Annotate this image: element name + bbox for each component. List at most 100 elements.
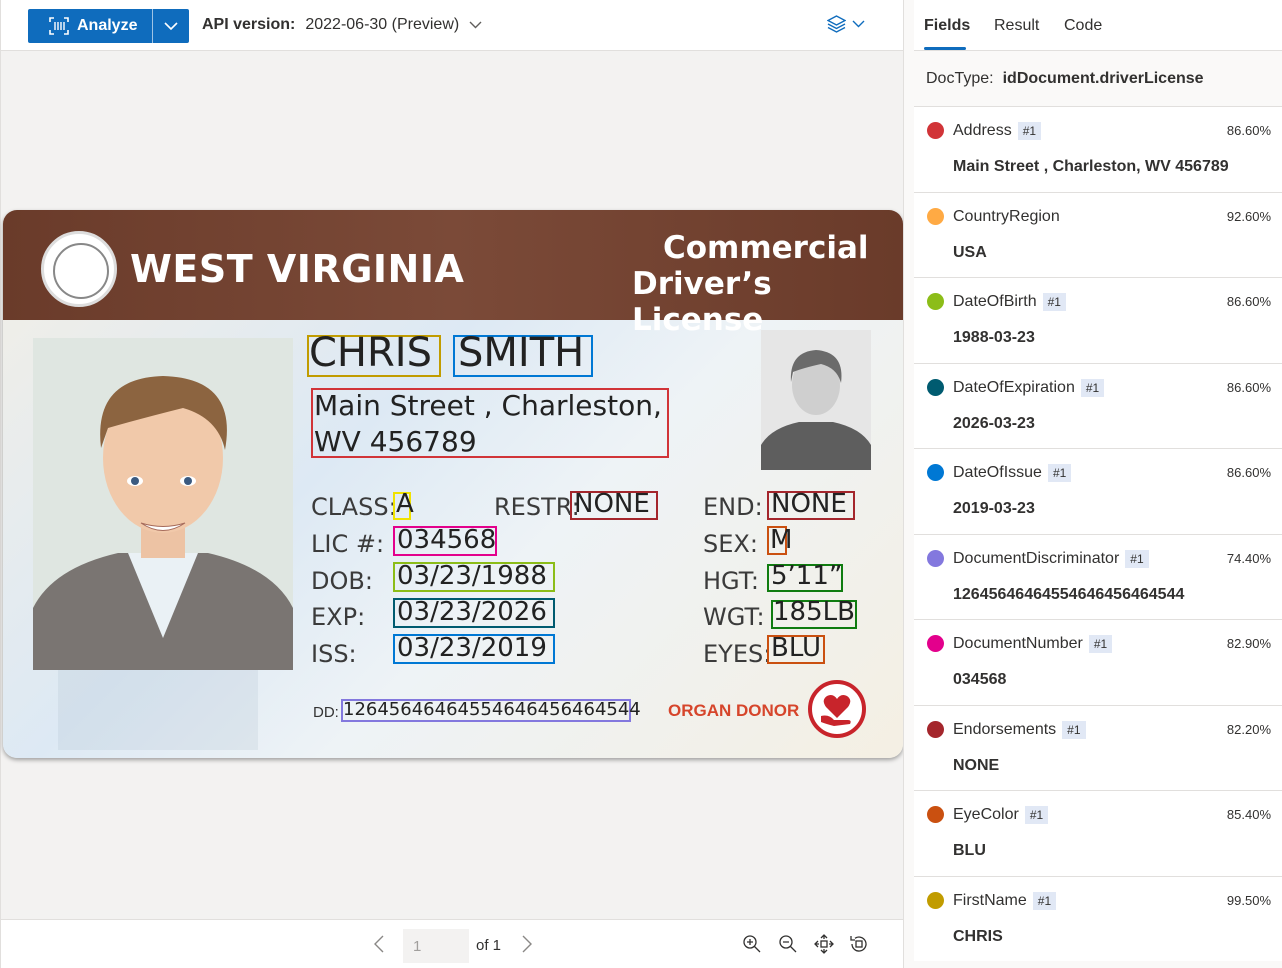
analyze-dropdown-button[interactable]	[153, 9, 189, 43]
field-index-badge: #1	[1042, 293, 1066, 311]
chevron-down-icon	[164, 21, 178, 30]
field-color-dot-icon	[927, 635, 944, 652]
tab-code[interactable]: Code	[1064, 17, 1102, 35]
state-seal-icon	[41, 231, 117, 307]
page-count: of 1	[476, 937, 502, 954]
eyes-value: BLU	[771, 633, 822, 663]
portrait-photo	[33, 338, 293, 670]
field-color-dot-icon	[927, 464, 944, 481]
field-name-text: DocumentNumber	[953, 635, 1083, 652]
field-confidence: 86.60%	[1226, 123, 1271, 138]
field-color-dot-icon	[927, 207, 944, 225]
field-confidence: 99.50%	[1226, 892, 1271, 908]
field-confidence: 86.60%	[1226, 465, 1271, 480]
field-name-text: DocumentDiscriminator	[953, 549, 1120, 567]
document-intelligence-studio: Analyze API version: 2022-06-30 (Preview…	[0, 0, 1282, 968]
field-name-text: DateOfExpiration	[953, 378, 1075, 396]
tab-fields[interactable]: Fields	[924, 17, 970, 35]
chevron-down-icon	[469, 21, 482, 29]
field-row[interactable]: DateOfExpiration #1 86.60% 2026-03-23	[914, 362, 1282, 448]
document-viewer: Analyze API version: 2022-06-30 (Preview…	[0, 0, 904, 968]
next-page-icon[interactable]	[517, 934, 535, 954]
api-version-label: API version:	[202, 16, 296, 33]
analyze-label: Analyze	[77, 17, 138, 34]
class-value: A	[396, 489, 414, 519]
field-name: Endorsements #1	[953, 720, 1086, 739]
field-name-text: CountryRegion	[953, 207, 1060, 225]
field-name: DocumentNumber #1	[953, 635, 1113, 653]
results-panel: Fields Result Code DocType: idDocument.d…	[903, 0, 1282, 968]
field-name-text: EyeColor	[953, 806, 1019, 823]
page-number-input[interactable]	[403, 929, 469, 963]
wgt-value: 185LB	[773, 597, 855, 627]
fields-list: Address #1 86.60% Main Street , Charleston,…	[914, 106, 1282, 961]
field-row[interactable]: DateOfBirth #1 86.60% 1988-03-23	[914, 277, 1282, 363]
field-row[interactable]: DocumentDiscriminator #1 74.40% 12645646464…	[914, 533, 1282, 619]
wgt-label: WGT:	[703, 603, 765, 631]
field-value: 2026-03-23	[953, 414, 1035, 432]
field-row[interactable]: Address #1 86.60% Main Street , Charleston,…	[914, 106, 1282, 192]
field-confidence: 74.40%	[1226, 550, 1271, 566]
license-title-line2: Driver’s License	[632, 266, 772, 338]
field-color-dot-icon	[927, 891, 944, 909]
field-row[interactable]: DocumentNumber #1 82.90% 034568	[914, 619, 1282, 705]
field-value: CHRIS	[953, 927, 1003, 945]
sex-value: M	[770, 525, 793, 555]
rotate-icon[interactable]	[849, 934, 869, 954]
zoom-out-icon[interactable]	[778, 934, 798, 954]
previous-page-icon[interactable]	[371, 934, 389, 954]
api-version-value: 2022-06-30 (Preview)	[305, 16, 460, 33]
organ-donor-label: ORGAN DONOR	[668, 701, 800, 720]
field-row[interactable]: FirstName #1 99.50% CHRIS	[914, 875, 1282, 961]
field-name: Address #1	[953, 122, 1042, 140]
field-row[interactable]: Endorsements #1 82.20% NONE	[914, 704, 1282, 790]
dob-label: DOB:	[311, 567, 373, 595]
restr-label: RESTR:	[494, 493, 580, 521]
lic-value: 034568	[397, 525, 497, 555]
field-row[interactable]: EyeColor #1 85.40% BLU	[914, 790, 1282, 876]
analyze-button[interactable]: Analyze	[28, 9, 189, 43]
field-color-dot-icon	[927, 378, 944, 396]
field-color-dot-icon	[927, 549, 944, 567]
field-name: DateOfExpiration #1	[953, 378, 1105, 397]
field-index-badge: #1	[1017, 122, 1042, 140]
organ-donor-heart-icon	[808, 680, 866, 738]
dd-label: DD:	[313, 704, 339, 721]
class-label: CLASS:	[311, 493, 397, 521]
iss-label: ISS:	[311, 640, 357, 668]
tab-result[interactable]: Result	[994, 17, 1039, 35]
restr-value: NONE	[574, 489, 650, 519]
layers-button[interactable]	[827, 15, 865, 33]
sex-label: SEX:	[703, 530, 758, 558]
card-address-line1: Main Street , Charleston,	[314, 389, 662, 422]
field-row[interactable]: DateOfIssue #1 86.60% 2019-03-23	[914, 448, 1282, 534]
field-value: 12645646464554646456464544	[953, 585, 1185, 603]
exp-value: 03/23/2026	[397, 597, 547, 627]
field-confidence: 82.90%	[1226, 636, 1271, 651]
field-confidence: 86.60%	[1226, 294, 1271, 309]
field-name-text: Address	[953, 122, 1012, 139]
field-name-text: DateOfIssue	[953, 464, 1042, 481]
field-name-text: Endorsements	[953, 720, 1057, 738]
field-row[interactable]: CountryRegion 92.60% USA	[914, 191, 1282, 277]
field-confidence: 86.60%	[1226, 379, 1271, 395]
zoom-in-icon[interactable]	[742, 934, 762, 954]
field-name: DateOfIssue #1	[953, 464, 1072, 482]
analyze-main[interactable]: Analyze	[28, 9, 153, 43]
field-index-badge: #1	[1080, 378, 1105, 397]
drivers-license-image: WEST VIRGINIA Commercial Driver’s Licens…	[3, 210, 903, 758]
field-name-text: DateOfBirth	[953, 293, 1037, 310]
card-first-name: CHRIS	[309, 330, 432, 376]
field-name: FirstName #1	[953, 891, 1057, 910]
api-version-selector[interactable]: API version: 2022-06-30 (Preview)	[202, 16, 482, 34]
field-index-badge: #1	[1032, 891, 1057, 910]
viewer-pager: of 1	[1, 919, 904, 968]
fit-page-icon[interactable]	[814, 934, 834, 954]
dd-value: 12645646464554646456464544	[343, 699, 641, 720]
field-name-text: FirstName	[953, 891, 1027, 909]
license-state: WEST VIRGINIA	[130, 247, 465, 291]
eyes-label: EYES:	[703, 640, 772, 668]
field-value: 1988-03-23	[953, 329, 1035, 346]
field-index-badge: #1	[1024, 806, 1049, 824]
field-name: DocumentDiscriminator #1	[953, 549, 1149, 568]
